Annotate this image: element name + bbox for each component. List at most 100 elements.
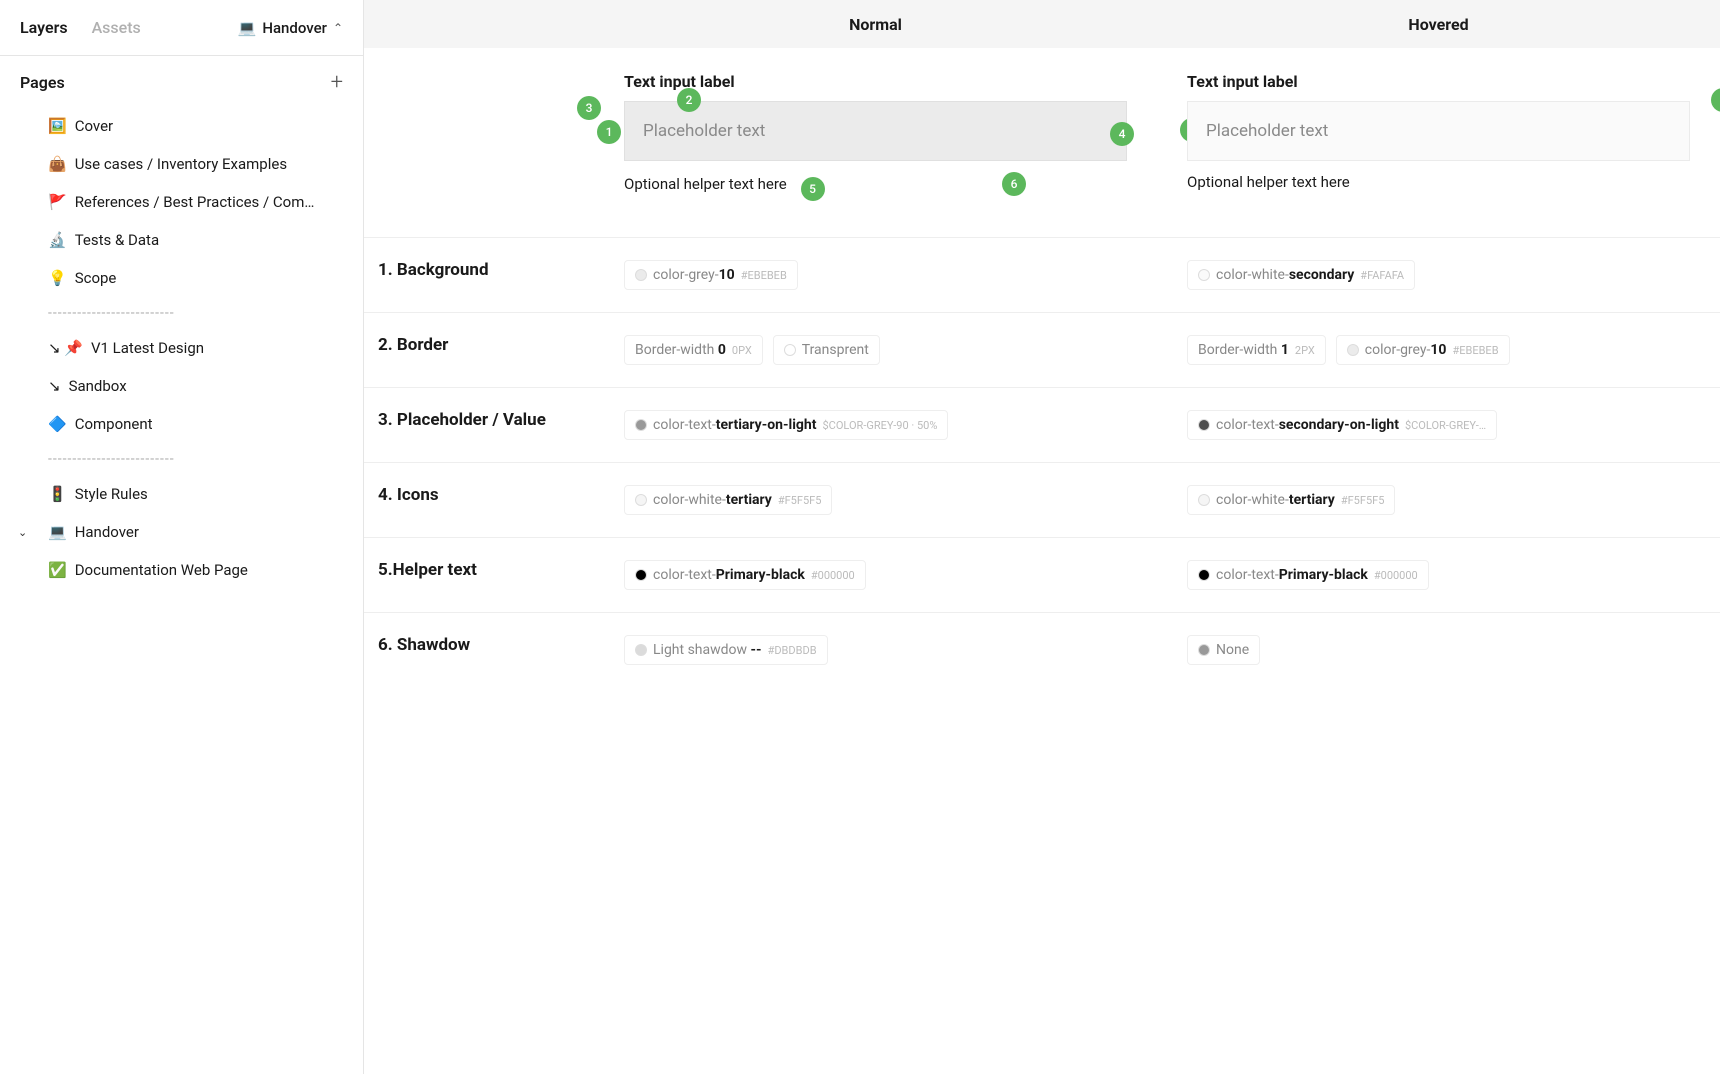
annotation-badge-5: 5	[801, 177, 825, 201]
page-label: V1 Latest Design	[91, 339, 204, 357]
swatch-icon	[1198, 644, 1210, 656]
page-icon: 🚩	[48, 193, 67, 211]
annotation-badge-4: 4	[1110, 122, 1134, 146]
placeholder-text: Placeholder text	[643, 121, 765, 141]
annotation-badge-3: 3	[577, 96, 601, 120]
page-item[interactable]: 🔬 Tests & Data	[0, 221, 363, 259]
spec-row: 2. BorderBorder-width 00pxTransprentBord…	[364, 312, 1720, 387]
spec-row: 6. ShawdowLight shawdow --#DBDBDBNone	[364, 612, 1720, 687]
page-item[interactable]: 🔷 Component	[0, 405, 363, 443]
text-input-hovered[interactable]: Placeholder text 2	[1187, 101, 1690, 161]
spec-name: 6. Shawdow	[364, 635, 594, 665]
input-label: Text input label	[624, 72, 1127, 91]
page-icon: 🔷	[48, 415, 67, 433]
spec-hovered: color-text-secondary-on-light$COLOR-GREY…	[1157, 410, 1720, 440]
page-item[interactable]: ↘Sandbox	[0, 367, 363, 405]
column-normal: Normal	[594, 15, 1157, 34]
text-input-normal[interactable]: Placeholder text 2 1 3 3 4 6	[624, 101, 1127, 161]
spec-hovered: Border-width 12px color-grey-10#EBEBEB	[1157, 335, 1720, 365]
page-item[interactable]: 🚩 References / Best Practices / Com…	[0, 183, 363, 221]
page-item[interactable]: 💡 Scope	[0, 259, 363, 297]
spec-hovered: color-text-Primary-black#000000	[1157, 560, 1720, 590]
annotation-badge-2: 2	[677, 88, 701, 112]
spec-normal: color-text-tertiary-on-light$COLOR-GREY-…	[594, 410, 1157, 440]
spec-row: 4. Icons color-white-tertiary#F5F5F5 color…	[364, 462, 1720, 537]
examples-row: Text input label Placeholder text 2 1 3 …	[364, 48, 1720, 237]
page-item[interactable]: ✅ Documentation Web Page	[0, 551, 363, 589]
spec-normal: color-white-tertiary#F5F5F5	[594, 485, 1157, 515]
spec-hovered: color-white-secondary#FAFAFA	[1157, 260, 1720, 290]
column-hovered: Hovered	[1157, 15, 1720, 34]
page-icon: ↘ 📌	[48, 339, 83, 357]
swatch-icon	[1198, 419, 1210, 431]
design-token: color-text-secondary-on-light$COLOR-GREY…	[1187, 410, 1497, 440]
sidebar: Layers Assets 💻 Handover ⌃ Pages + 🖼️ Cov…	[0, 0, 364, 1074]
page-icon: 💡	[48, 269, 67, 287]
sidebar-tabs: Layers Assets 💻 Handover ⌃	[0, 0, 363, 56]
chevron-up-icon: ⌃	[333, 21, 343, 35]
page-item[interactable]: 👜Use cases / Inventory Examples	[0, 145, 363, 183]
pages-title: Pages	[20, 73, 65, 92]
design-token: color-text-tertiary-on-light$COLOR-GREY-…	[624, 410, 948, 440]
placeholder-text: Placeholder text	[1206, 121, 1328, 141]
tab-layers[interactable]: Layers	[20, 18, 68, 37]
tab-assets[interactable]: Assets	[92, 18, 141, 37]
spec-name: 4. Icons	[364, 485, 594, 515]
page-divider: --------------------------	[0, 443, 363, 475]
design-token: color-grey-10#EBEBEB	[624, 260, 798, 290]
spec-normal: color-grey-10#EBEBEB	[594, 260, 1157, 290]
example-hovered: Text input label Placeholder text 2 Opti…	[1157, 72, 1720, 197]
page-label: Documentation Web Page	[75, 561, 248, 579]
design-token: Transprent	[773, 335, 880, 365]
page-label: Component	[75, 415, 153, 433]
page-label: Tests & Data	[75, 231, 159, 249]
page-icon: 💻	[48, 523, 67, 541]
add-page-button[interactable]: +	[331, 70, 343, 95]
spec-name: 2. Border	[364, 335, 594, 365]
design-token: None	[1187, 635, 1260, 665]
design-token: color-grey-10#EBEBEB	[1336, 335, 1510, 365]
page-list: 🖼️ Cover 👜Use cases / Inventory Examples 🚩 R…	[0, 105, 363, 589]
page-label: References / Best Practices / Com…	[75, 193, 315, 211]
spec-normal: color-text-Primary-black#000000	[594, 560, 1157, 590]
canvas[interactable]: Normal Hovered Text input label Placehol…	[364, 0, 1720, 1074]
design-token: Border-width 12px	[1187, 335, 1326, 365]
swatch-icon	[635, 494, 647, 506]
page-item[interactable]: 🚦Style Rules	[0, 475, 363, 513]
page-icon: ✅	[48, 561, 67, 579]
swatch-icon	[1198, 494, 1210, 506]
spec-hovered: color-white-tertiary#F5F5F5	[1157, 485, 1720, 515]
swatch-icon	[635, 419, 647, 431]
design-token: color-white-secondary#FAFAFA	[1187, 260, 1415, 290]
page-icon: 🔬	[48, 231, 67, 249]
swatch-icon	[1198, 269, 1210, 281]
helper-text: Optional helper text here	[1187, 173, 1690, 191]
spec-row: 5.Helper textcolor-text-Primary-black#00…	[364, 537, 1720, 612]
design-token: color-white-tertiary#F5F5F5	[1187, 485, 1395, 515]
swatch-icon	[1347, 344, 1359, 356]
page-label: Sandbox	[69, 377, 127, 395]
file-selector[interactable]: 💻 Handover ⌃	[238, 19, 343, 37]
page-item[interactable]: ↘ 📌 V1 Latest Design	[0, 329, 363, 367]
pages-header: Pages +	[0, 56, 363, 105]
swatch-icon	[635, 644, 647, 656]
page-label: Scope	[75, 269, 117, 287]
spec-row: 3. Placeholder / Value color-text-tertiar…	[364, 387, 1720, 462]
spec-hovered: None	[1157, 635, 1720, 665]
spec-row: 1. Background color-grey-10#EBEBEB color-w…	[364, 237, 1720, 312]
column-headers: Normal Hovered	[364, 0, 1720, 48]
design-token: color-white-tertiary#F5F5F5	[624, 485, 832, 515]
annotation-badge-6: 6	[1002, 172, 1026, 196]
example-normal: Text input label Placeholder text 2 1 3 …	[594, 72, 1157, 197]
page-icon: 🖼️	[48, 117, 67, 135]
page-label: Cover	[75, 117, 113, 135]
page-label: Style Rules	[75, 485, 148, 503]
annotation-badge-2: 2	[1711, 88, 1720, 112]
spec-name: 1. Background	[364, 260, 594, 290]
spec-name: 3. Placeholder / Value	[364, 410, 594, 440]
swatch-icon	[635, 269, 647, 281]
expand-icon: ⌄	[18, 526, 27, 539]
page-label: Handover	[75, 523, 139, 541]
page-item[interactable]: 🖼️ Cover	[0, 107, 363, 145]
page-item[interactable]: ⌄ 💻 Handover	[0, 513, 363, 551]
